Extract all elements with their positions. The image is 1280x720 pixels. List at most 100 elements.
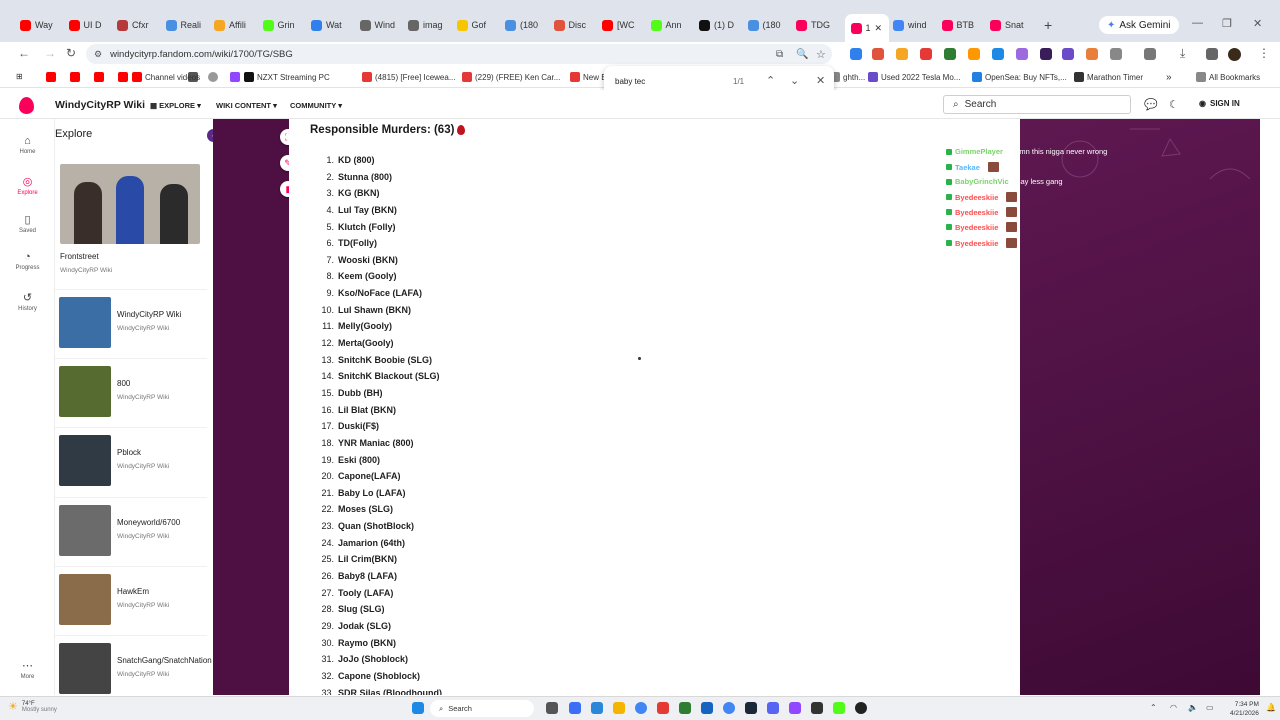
bookmark-item[interactable]: Used 2022 Tesla Mo... [868, 72, 960, 82]
rail-more[interactable]: ⋯ More [0, 659, 55, 680]
rail-home[interactable]: ⌂ Home [0, 135, 55, 155]
extension-icon[interactable] [992, 48, 1004, 60]
edge-icon[interactable] [591, 702, 603, 714]
discussions-icon[interactable]: 💬 [1144, 98, 1158, 111]
explore-card[interactable]: 800 WindyCityRP Wiki [55, 358, 207, 420]
profile-avatar[interactable] [1228, 48, 1241, 61]
explore-card[interactable]: SnatchGang/SnatchNation WindyCityRP Wiki [55, 635, 212, 695]
youtube-icon[interactable] [94, 72, 104, 82]
extension-icon[interactable] [1206, 48, 1218, 60]
browser-tab[interactable]: (180 [505, 16, 547, 34]
app-icon[interactable] [679, 702, 691, 714]
app-icon[interactable] [811, 702, 823, 714]
bookmark-item[interactable]: Marathon Timer [1074, 72, 1143, 82]
youtube-icon[interactable] [46, 72, 56, 82]
wiki-search-input[interactable]: ⌕ Search [943, 95, 1131, 114]
apps-grid-icon[interactable]: ⊞ [16, 72, 23, 81]
rail-history[interactable]: ↺ History [0, 291, 55, 312]
clock-icon[interactable] [208, 72, 218, 82]
task-view-icon[interactable] [546, 702, 558, 714]
dark-mode-icon[interactable]: ☾ [1169, 98, 1179, 111]
rail-saved[interactable]: ▯ Saved [0, 213, 55, 234]
side-panel-icon[interactable] [1144, 48, 1156, 60]
tab-close-icon[interactable]: ✕ [875, 23, 883, 34]
address-bar[interactable]: ⚙ windycityrp.fandom.com/wiki/1700/TG/SB… [86, 44, 832, 64]
extension-icon[interactable] [1062, 48, 1074, 60]
bookmark-item[interactable]: New B [570, 72, 607, 82]
more-bookmarks-icon[interactable]: » [1166, 72, 1172, 83]
reload-icon[interactable]: ↻ [66, 46, 76, 60]
find-close-icon[interactable]: ✕ [816, 74, 825, 87]
explore-card[interactable]: Moneyworld/6700 WindyCityRP Wiki [55, 496, 207, 559]
fandom-logo-icon[interactable] [19, 97, 34, 114]
network-icon[interactable]: ◠ [1170, 703, 1177, 712]
browser-tab[interactable]: Disc [553, 16, 596, 34]
site-info-icon[interactable]: ⚙ [94, 49, 102, 60]
copilot-icon[interactable] [569, 702, 581, 714]
extension-icon[interactable] [850, 48, 862, 60]
acrobat-icon[interactable] [657, 702, 669, 714]
extension-icon[interactable] [872, 48, 884, 60]
obs-icon[interactable] [855, 702, 867, 714]
browser-tab[interactable]: wind [893, 16, 935, 34]
browser-tab[interactable]: Reali [165, 16, 208, 34]
bookmark-item[interactable]: NZXT Streaming PC [244, 72, 330, 82]
download-icon[interactable]: ⤓ [1180, 46, 1185, 61]
extension-icon[interactable] [1040, 48, 1052, 60]
extension-icon[interactable] [944, 48, 956, 60]
menu-kebab-icon[interactable]: ⋮ [1258, 46, 1270, 60]
ask-gemini-button[interactable]: ✦ Ask Gemini [1099, 16, 1179, 34]
find-previous-icon[interactable]: ⌃ [766, 74, 775, 87]
nav-community[interactable]: COMMUNITY ▾ [290, 101, 342, 110]
youtube-icon[interactable] [118, 72, 128, 82]
bookmark-item[interactable]: All Bookmarks [1196, 72, 1260, 82]
browser-tab[interactable]: 1 ✕ [844, 14, 889, 42]
youtube-icon[interactable] [70, 72, 80, 82]
forward-icon[interactable]: → [44, 46, 56, 60]
explore-card[interactable]: WindyCityRP Wiki WindyCityRP Wiki [55, 289, 207, 351]
sign-in-button[interactable]: ◉ SIGN IN [1199, 99, 1240, 108]
find-input[interactable]: baby tec [615, 77, 645, 86]
zoom-icon[interactable]: 🔍 [796, 49, 808, 60]
restore-icon[interactable]: ❐ [1222, 17, 1232, 30]
notification-icon[interactable]: 🔔 [1266, 703, 1276, 712]
close-window-icon[interactable]: ✕ [1253, 17, 1262, 30]
bookmark-item[interactable]: (4815) [Free] Icewea... [362, 72, 455, 82]
find-next-icon[interactable]: ⌄ [790, 74, 799, 87]
browser-tab[interactable]: UI D [68, 16, 111, 34]
chrome-icon[interactable] [635, 702, 647, 714]
browser-tab[interactable]: TDG [796, 16, 838, 34]
browser-tab[interactable]: (180 [747, 16, 790, 34]
browser-tab[interactable]: Snat [990, 16, 1032, 34]
minimize-icon[interactable]: — [1192, 17, 1203, 29]
featured-image[interactable] [60, 164, 200, 244]
rail-progress[interactable]: ◔ Progress [0, 251, 55, 271]
extension-icon[interactable] [968, 48, 980, 60]
system-clock[interactable]: 7:34 PM 4/21/2026 [1230, 700, 1259, 718]
battery-icon[interactable]: ▭ [1206, 703, 1214, 712]
volume-icon[interactable]: 🔈 [1188, 703, 1198, 712]
explore-card[interactable]: HawkEm WindyCityRP Wiki [55, 565, 207, 628]
nav-explore[interactable]: ▦ EXPLORE ▾ [150, 101, 201, 110]
browser-tab[interactable]: Grin [262, 16, 305, 34]
tray-chevron-icon[interactable]: ⌃ [1150, 703, 1157, 712]
bookmark-item[interactable]: OpenSea: Buy NFTs,... [972, 72, 1067, 82]
kick-icon[interactable] [833, 702, 845, 714]
windows-start-icon[interactable] [412, 702, 424, 714]
back-icon[interactable]: ← [18, 46, 30, 60]
new-tab-icon[interactable]: + [1044, 17, 1052, 33]
browser-tab[interactable]: [WC [602, 16, 644, 34]
steam-icon[interactable] [745, 702, 757, 714]
browser-tab[interactable]: BTB [941, 16, 984, 34]
browser-tab[interactable]: Affili [214, 16, 256, 34]
bookmark-star-icon[interactable]: ☆ [816, 48, 826, 61]
extension-icon[interactable] [1086, 48, 1098, 60]
browser-tab[interactable]: Wind [359, 16, 402, 34]
chrome-icon[interactable] [723, 702, 735, 714]
twitch-icon[interactable] [230, 72, 240, 82]
extensions-puzzle-icon[interactable] [1110, 48, 1122, 60]
browser-tab[interactable]: Wat [311, 16, 353, 34]
app-icon[interactable] [701, 702, 713, 714]
discord-icon[interactable] [767, 702, 779, 714]
rail-explore[interactable]: ◎ Explore [0, 175, 55, 196]
